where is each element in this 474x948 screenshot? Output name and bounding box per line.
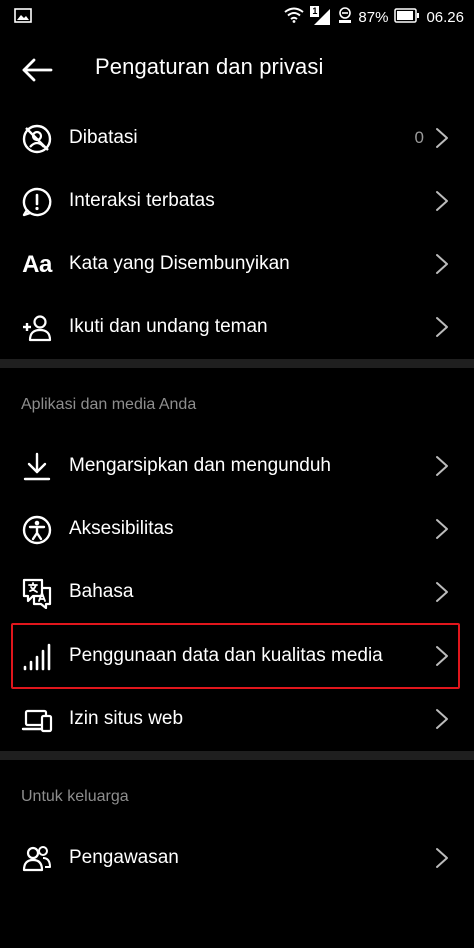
- menu-item-dibatasi[interactable]: Dibatasi 0: [0, 107, 474, 170]
- section-divider: [0, 359, 474, 368]
- menu-item-label: Penggunaan data dan kualitas media: [69, 645, 383, 666]
- page-title: Pengaturan dan privasi: [95, 54, 324, 79]
- status-bar: 1 87% 06.26: [0, 0, 474, 32]
- battery-icon: [394, 7, 420, 27]
- menu-item-penggunaan-data[interactable]: Penggunaan data dan kualitas media: [0, 625, 474, 688]
- back-button[interactable]: [16, 52, 58, 88]
- supervision-icon: [20, 842, 54, 876]
- accessibility-icon: [20, 513, 54, 547]
- wifi-icon: [284, 7, 305, 27]
- menu-item-bahasa[interactable]: Bahasa: [0, 561, 474, 624]
- chevron-right-icon: [436, 128, 448, 148]
- header: Pengaturan dan privasi: [0, 36, 474, 102]
- add-person-icon: [20, 311, 54, 345]
- menu-item-izin-situs-web[interactable]: Izin situs web: [0, 688, 474, 751]
- menu-item-interaksi-terbatas[interactable]: Interaksi terbatas: [0, 170, 474, 233]
- menu-item-pengawasan[interactable]: Pengawasan: [0, 827, 474, 890]
- sim-signal-icon: 1: [310, 6, 332, 26]
- menu-item-label: Interaksi terbatas: [69, 190, 215, 211]
- devices-icon: [20, 703, 54, 737]
- chevron-right-icon: [436, 582, 448, 602]
- menu-item-arsip-unduh[interactable]: Mengarsipkan dan mengunduh: [0, 435, 474, 498]
- chevron-right-icon: [436, 456, 448, 476]
- restricted-count: 0: [414, 128, 424, 147]
- menu-item-label: Dibatasi: [69, 127, 138, 148]
- chevron-right-icon: [436, 254, 448, 274]
- chevron-right-icon: [436, 848, 448, 868]
- menu-item-label: Izin situs web: [69, 708, 184, 729]
- limited-interactions-icon: [20, 185, 54, 219]
- menu-item-label: Kata yang Disembunyikan: [69, 253, 290, 274]
- menu-item-aksesibilitas[interactable]: Aksesibilitas: [0, 498, 474, 561]
- chevron-right-icon: [436, 317, 448, 337]
- signal-bars-icon: [20, 640, 54, 674]
- section-title-apps: Aplikasi dan media Anda: [21, 396, 197, 413]
- section-title-family: Untuk keluarga: [21, 788, 129, 805]
- translate-icon: [20, 576, 54, 610]
- gallery-notification-icon: [14, 8, 32, 28]
- sim-badge: 1: [310, 6, 320, 17]
- text-aa-icon: Aa: [22, 251, 52, 278]
- chevron-right-icon: [436, 519, 448, 539]
- clock: 06.26: [426, 8, 464, 26]
- menu-item-label: Pengawasan: [69, 847, 179, 868]
- section-divider: [0, 751, 474, 760]
- do-not-disturb-icon: [338, 6, 352, 28]
- arrow-left-icon: [22, 58, 53, 82]
- chevron-right-icon: [436, 191, 448, 211]
- menu-item-label: Aksesibilitas: [69, 518, 174, 539]
- download-icon: [20, 450, 54, 484]
- menu-item-label: Ikuti dan undang teman: [69, 316, 268, 337]
- chevron-right-icon: [436, 646, 448, 666]
- menu-item-ikuti-undang[interactable]: Ikuti dan undang teman: [0, 296, 474, 359]
- menu-item-kata-disembunyikan[interactable]: Aa Kata yang Disembunyikan: [0, 233, 474, 296]
- battery-percent: 87%: [358, 8, 389, 26]
- menu-item-label: Bahasa: [69, 581, 134, 602]
- restricted-icon: [20, 122, 54, 156]
- chevron-right-icon: [436, 709, 448, 729]
- menu-item-label: Mengarsipkan dan mengunduh: [69, 455, 331, 476]
